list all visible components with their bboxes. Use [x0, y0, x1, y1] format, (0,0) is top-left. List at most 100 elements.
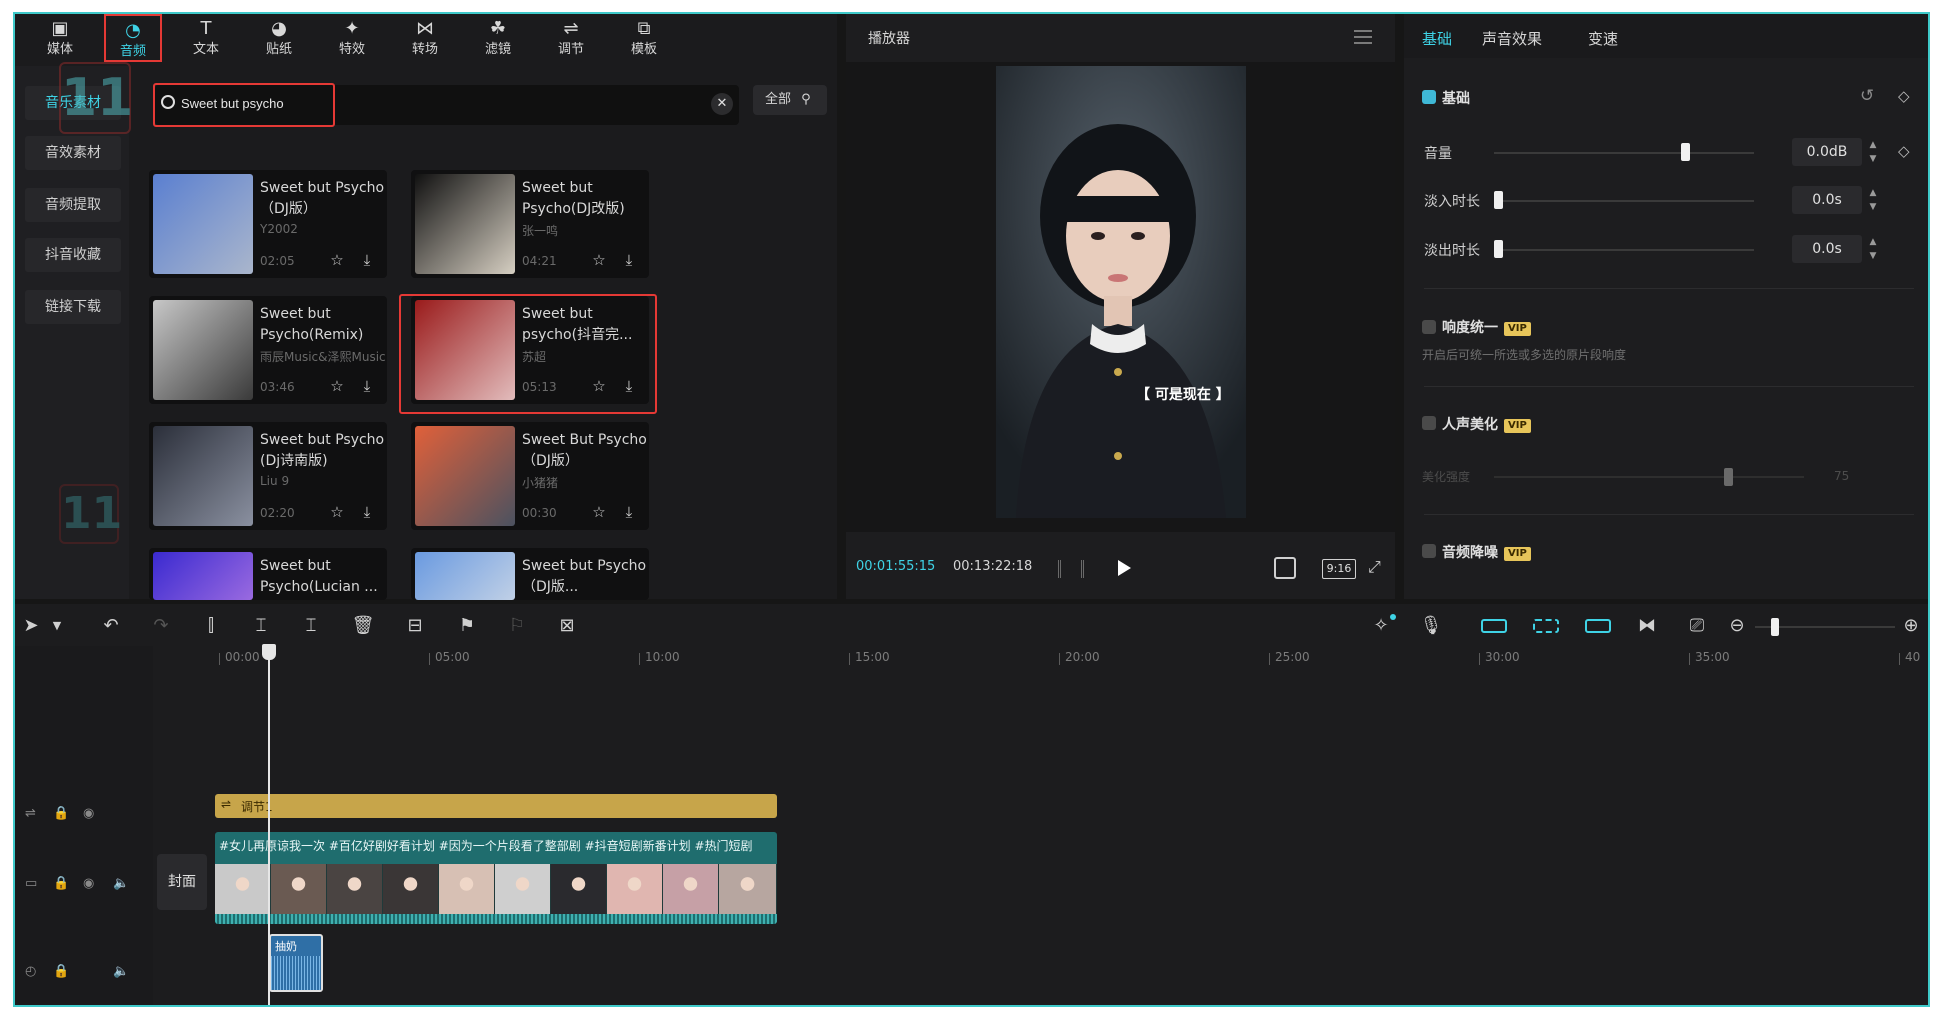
- select-tool-icon[interactable]: ➤: [19, 614, 43, 638]
- loudness-checkbox[interactable]: [1422, 320, 1436, 334]
- sidebar-item-link-download[interactable]: 链接下载: [25, 290, 121, 324]
- audio-track-lock-icon[interactable]: 🔒: [53, 964, 69, 979]
- filter-button[interactable]: 全部 ⚲: [753, 85, 827, 115]
- music-card[interactable]: Sweet But Psycho（DJ版） 小猪猪 00:30 ☆ ⤓: [411, 422, 649, 530]
- music-card[interactable]: Sweet but Psycho(Remix) 雨辰Music&泽熙Music 03…: [149, 296, 387, 404]
- album-cover[interactable]: [415, 426, 515, 526]
- keyframe-icon[interactable]: ◇: [1898, 87, 1910, 105]
- zoom-in-icon[interactable]: ⊕: [1899, 614, 1923, 638]
- playhead-handle[interactable]: [261, 644, 276, 660]
- sidebar-item-douyin-favorites[interactable]: 抖音收藏: [25, 238, 121, 272]
- download-icon[interactable]: ⤓: [357, 502, 377, 522]
- freeze-frame-icon[interactable]: ⊟: [403, 614, 427, 638]
- split-right-icon[interactable]: ⌶: [299, 614, 323, 638]
- basic-checkbox[interactable]: [1422, 90, 1436, 104]
- playhead[interactable]: [261, 644, 276, 1005]
- tool-text[interactable]: T 文本: [177, 14, 235, 62]
- split-left-icon[interactable]: ⌶: [249, 614, 273, 638]
- fade-in-value[interactable]: 0.0s: [1792, 186, 1862, 214]
- tool-effects[interactable]: ✦ 特效: [323, 14, 381, 62]
- favorite-star-icon[interactable]: ☆: [327, 250, 347, 270]
- tool-template[interactable]: ⧉ 模板: [615, 14, 673, 62]
- zoom-out-icon[interactable]: ⊖: [1725, 614, 1749, 638]
- audio-track-icon[interactable]: ◴: [25, 964, 36, 979]
- volume-keyframe-icon[interactable]: ◇: [1898, 142, 1910, 160]
- caption-icon[interactable]: ⎚: [1685, 614, 1709, 638]
- undo-icon[interactable]: ↶: [99, 614, 123, 638]
- audio-clip[interactable]: 抽奶: [269, 934, 323, 992]
- cover-button[interactable]: 封面: [157, 854, 207, 910]
- download-icon[interactable]: ⤓: [619, 502, 639, 522]
- volume-slider[interactable]: [1494, 152, 1754, 154]
- tab-basic[interactable]: 基础: [1422, 28, 1452, 49]
- fade-out-value[interactable]: 0.0s: [1792, 235, 1862, 263]
- download-icon[interactable]: ⤓: [619, 250, 639, 270]
- play-icon[interactable]: [1118, 560, 1131, 576]
- fade-out-slider-knob[interactable]: [1494, 240, 1503, 258]
- video-track-lock-icon[interactable]: 🔒: [53, 876, 69, 891]
- download-icon[interactable]: ⤓: [357, 376, 377, 396]
- redo-icon[interactable]: ↷: [149, 614, 173, 638]
- tool-adjust[interactable]: ⇌ 调节: [542, 14, 600, 62]
- video-frame[interactable]: 【 可是现在 】: [996, 66, 1246, 518]
- player-menu-icon[interactable]: [1354, 30, 1372, 44]
- aspect-ratio-button[interactable]: 9:16: [1322, 559, 1356, 579]
- tool-transition[interactable]: ⋈ 转场: [396, 14, 454, 62]
- split-icon[interactable]: ⫿: [199, 614, 223, 638]
- adjust-track-visible-icon[interactable]: ◉: [83, 806, 94, 821]
- music-card[interactable]: Sweet but Psycho（DJ版...: [411, 548, 649, 600]
- linkage-icon[interactable]: [1481, 619, 1507, 633]
- delete-icon[interactable]: 🗑: [351, 614, 375, 638]
- adjust-clip[interactable]: ⇌ 调节1: [215, 794, 777, 818]
- denoise-checkbox[interactable]: [1422, 544, 1436, 558]
- marker-icon[interactable]: ⚑: [455, 614, 479, 638]
- album-cover[interactable]: [153, 300, 253, 400]
- audio-track-mute-icon[interactable]: 🔈: [113, 964, 129, 979]
- tool-media[interactable]: ▣ 媒体: [31, 14, 89, 62]
- music-card[interactable]: Sweet but Psycho（DJ版） Y2002 02:05 ☆ ⤓: [149, 170, 387, 278]
- magnet-icon[interactable]: [1533, 619, 1559, 633]
- fade-in-stepper[interactable]: ▲ ▼: [1866, 186, 1880, 214]
- adjust-track-icon[interactable]: ⇌: [25, 806, 36, 821]
- tab-speed[interactable]: 变速: [1588, 28, 1618, 49]
- zoom-fit-icon[interactable]: [1274, 557, 1296, 579]
- align-icon[interactable]: ⧓: [1635, 614, 1659, 638]
- album-cover[interactable]: [415, 552, 515, 600]
- music-card[interactable]: Sweet but Psycho(Lucian ...: [149, 548, 387, 600]
- microphone-icon[interactable]: 🎙: [1419, 614, 1443, 638]
- volume-stepper[interactable]: ▲ ▼: [1866, 138, 1880, 166]
- fade-in-slider[interactable]: [1494, 200, 1754, 202]
- tool-filter[interactable]: ☘ 滤镜: [469, 14, 527, 62]
- album-cover[interactable]: [153, 426, 253, 526]
- tab-sound-effects[interactable]: 声音效果: [1482, 28, 1542, 49]
- favorite-star-icon[interactable]: ☆: [327, 502, 347, 522]
- download-icon[interactable]: ⤓: [357, 250, 377, 270]
- timeline-grid-icon[interactable]: [1058, 560, 1084, 578]
- tool-sticker[interactable]: ◕ 贴纸: [250, 14, 308, 62]
- volume-slider-knob[interactable]: [1681, 143, 1691, 161]
- fade-in-slider-knob[interactable]: [1494, 191, 1503, 209]
- album-cover[interactable]: [415, 174, 515, 274]
- fade-out-slider[interactable]: [1494, 249, 1754, 251]
- favorite-star-icon[interactable]: ☆: [589, 250, 609, 270]
- video-track-icon[interactable]: ▭: [25, 876, 37, 891]
- beautify-strength-knob[interactable]: [1724, 468, 1733, 486]
- music-card[interactable]: Sweet but Psycho(DJ改版) 张一鸣 04:21 ☆ ⤓: [411, 170, 649, 278]
- clear-search-icon[interactable]: ✕: [711, 93, 733, 115]
- music-card[interactable]: Sweet but Psycho (Dj诗南版) Liu 9 02:20 ☆ ⤓: [149, 422, 387, 530]
- album-cover[interactable]: [153, 174, 253, 274]
- voice-beautify-checkbox[interactable]: [1422, 416, 1436, 430]
- volume-value[interactable]: 0.0dB: [1792, 138, 1862, 166]
- fullscreen-icon[interactable]: ⤢: [1368, 557, 1388, 577]
- sidebar-item-audio-extract[interactable]: 音频提取: [25, 188, 121, 222]
- marker-disabled-icon[interactable]: ⚐: [505, 614, 529, 638]
- favorite-star-icon[interactable]: ☆: [327, 376, 347, 396]
- video-track-visible-icon[interactable]: ◉: [83, 876, 94, 891]
- video-track-mute-icon[interactable]: 🔈: [113, 876, 129, 891]
- beautify-strength-value[interactable]: 75: [1834, 469, 1849, 483]
- favorite-star-icon[interactable]: ☆: [589, 502, 609, 522]
- beautify-strength-slider[interactable]: [1494, 476, 1804, 478]
- reset-icon[interactable]: ↺: [1860, 86, 1874, 106]
- preview-axis-icon[interactable]: [1585, 619, 1611, 633]
- sidebar-item-sound-effects[interactable]: 音效素材: [25, 136, 121, 170]
